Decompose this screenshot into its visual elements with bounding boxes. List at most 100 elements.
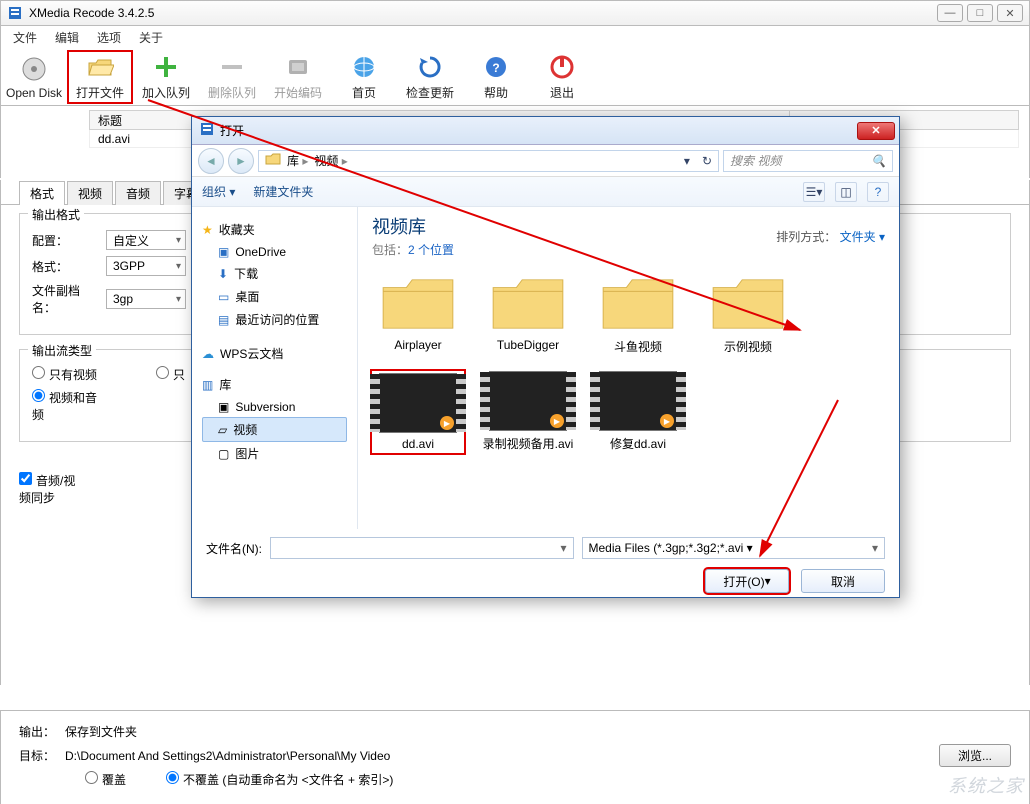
filename-label: 文件名(N): bbox=[206, 540, 262, 557]
file-name: 修复dd.avi bbox=[610, 435, 666, 452]
tab-video[interactable]: 视频 bbox=[67, 181, 113, 205]
grid-cell-title: dd.avi bbox=[90, 132, 138, 146]
home-button[interactable]: 首页 bbox=[331, 50, 397, 104]
cancel-button[interactable]: 取消 bbox=[801, 569, 885, 593]
view-options-button[interactable]: ☰▾ bbox=[803, 182, 825, 202]
overwrite-radio[interactable]: 覆盖 bbox=[85, 771, 126, 788]
file-item[interactable]: 示例视频 bbox=[702, 274, 794, 355]
menu-file[interactable]: 文件 bbox=[5, 27, 45, 48]
sidebar-pictures[interactable]: ▢图片 bbox=[202, 442, 347, 465]
video-thumbnail: ▶ bbox=[489, 371, 567, 431]
ext-select[interactable]: 3gp bbox=[106, 289, 186, 309]
av-sync-checkbox[interactable]: 音频/视频同步 bbox=[19, 472, 85, 506]
format-select[interactable]: 3GPP bbox=[106, 256, 186, 276]
no-overwrite-radio[interactable]: 不覆盖 (自动重命名为 <文件名 + 索引>) bbox=[166, 771, 393, 788]
bottom-panel: 输出： 保存到文件夹 目标： D:\Document And Settings2… bbox=[0, 710, 1030, 804]
book-icon: ▣ bbox=[218, 400, 229, 414]
maximize-button[interactable]: □ bbox=[967, 4, 993, 22]
minus-icon bbox=[217, 52, 247, 82]
breadcrumb-lib[interactable]: 库 bbox=[287, 152, 308, 169]
file-filter-select[interactable]: Media Files (*.3gp;*.3g2;*.avi ▾ bbox=[582, 537, 886, 559]
menu-about[interactable]: 关于 bbox=[131, 27, 171, 48]
help-button[interactable]: ? 帮助 bbox=[463, 50, 529, 104]
file-name: dd.avi bbox=[402, 437, 434, 451]
open-disk-button[interactable]: Open Disk bbox=[1, 50, 67, 104]
menu-edit[interactable]: 编辑 bbox=[47, 27, 87, 48]
sidebar-onedrive[interactable]: ▣OneDrive bbox=[202, 242, 347, 262]
file-name: Airplayer bbox=[394, 338, 441, 352]
back-button[interactable]: ◄ bbox=[198, 148, 224, 174]
dialog-content: 视频库 包括：2 个位置 排列方式： 文件夹 ▾ AirplayerTubeDi… bbox=[358, 207, 899, 529]
format-label: 格式： bbox=[32, 258, 98, 275]
file-item[interactable]: ▶dd.avi bbox=[372, 371, 464, 453]
file-item[interactable]: ▶ 录制视频备用.avi bbox=[482, 371, 574, 453]
check-update-button[interactable]: 检查更新 bbox=[397, 50, 463, 104]
tab-audio[interactable]: 音频 bbox=[115, 181, 161, 205]
cloud-icon: ▣ bbox=[218, 245, 229, 259]
refresh-icon[interactable]: ↻ bbox=[702, 154, 712, 168]
file-item[interactable]: ▶修复dd.avi bbox=[592, 371, 684, 453]
start-encode-button[interactable]: 开始编码 bbox=[265, 50, 331, 104]
sidebar-videos[interactable]: ▱视频 bbox=[202, 417, 347, 442]
video-audio-radio[interactable]: 视频和音频 bbox=[32, 389, 98, 423]
target-path: D:\Document And Settings2\Administrator\… bbox=[65, 749, 929, 763]
file-item[interactable]: 斗鱼视频 bbox=[592, 274, 684, 355]
menu-options[interactable]: 选项 bbox=[89, 27, 129, 48]
sidebar-subversion[interactable]: ▣Subversion bbox=[202, 397, 347, 417]
window-titlebar: XMedia Recode 3.4.2.5 — □ ✕ bbox=[0, 0, 1030, 26]
libraries-header[interactable]: ▥库 bbox=[202, 376, 347, 393]
output-format-legend: 输出格式 bbox=[28, 206, 84, 223]
open-button[interactable]: 打开(O) ▾ bbox=[705, 569, 789, 593]
new-folder-button[interactable]: 新建文件夹 bbox=[253, 183, 313, 200]
file-item[interactable]: Airplayer bbox=[372, 274, 464, 355]
browse-button[interactable]: 浏览... bbox=[939, 744, 1011, 767]
plus-icon bbox=[151, 52, 181, 82]
stream-legend: 输出流类型 bbox=[28, 342, 96, 359]
target-label: 目标： bbox=[19, 747, 55, 764]
filename-input[interactable] bbox=[270, 537, 574, 559]
refresh-icon bbox=[415, 52, 445, 82]
output-mode-select[interactable]: 保存到文件夹 bbox=[65, 723, 205, 740]
address-bar[interactable]: 库 视频 ▾ ↻ bbox=[258, 150, 719, 172]
app-icon bbox=[7, 5, 23, 21]
file-name: 录制视频备用.avi bbox=[483, 435, 574, 452]
sort-control[interactable]: 排列方式： 文件夹 ▾ bbox=[776, 228, 885, 245]
remove-queue-button[interactable]: 删除队列 bbox=[199, 50, 265, 104]
open-dialog: 打开 ✕ ◄ ► 库 视频 ▾ ↻ 搜索 视频 🔍 组织 ▾ 新建文件夹 ☰▾ … bbox=[191, 116, 900, 598]
forward-button[interactable]: ► bbox=[228, 148, 254, 174]
dialog-close-button[interactable]: ✕ bbox=[857, 122, 895, 140]
tab-format[interactable]: 格式 bbox=[19, 181, 65, 205]
library-icon: ▥ bbox=[202, 378, 213, 392]
sidebar-desktop[interactable]: ▭桌面 bbox=[202, 285, 347, 308]
breadcrumb-video[interactable]: 视频 bbox=[314, 152, 347, 169]
locations-link[interactable]: 2 个位置 bbox=[408, 243, 454, 257]
add-queue-button[interactable]: 加入队列 bbox=[133, 50, 199, 104]
only-video-radio[interactable]: 只有视频 bbox=[32, 366, 98, 383]
exit-button[interactable]: 退出 bbox=[529, 50, 595, 104]
dialog-toolbar: 组织 ▾ 新建文件夹 ☰▾ ◫ ? bbox=[192, 177, 899, 207]
toolbar: Open Disk 打开文件 加入队列 删除队列 开始编码 首页 检查更新 ? … bbox=[0, 48, 1030, 106]
favorites-header[interactable]: ★收藏夹 bbox=[202, 221, 347, 238]
help-icon-button[interactable]: ? bbox=[867, 182, 889, 202]
wps-cloud-header[interactable]: ☁WPS云文档 bbox=[202, 345, 347, 362]
download-icon: ⬇ bbox=[218, 267, 228, 281]
search-input[interactable]: 搜索 视频 🔍 bbox=[723, 150, 893, 172]
organize-button[interactable]: 组织 ▾ bbox=[202, 183, 235, 200]
close-button[interactable]: ✕ bbox=[997, 4, 1023, 22]
desktop-icon: ▭ bbox=[218, 290, 229, 304]
open-file-button[interactable]: 打开文件 bbox=[67, 50, 133, 104]
cloud-icon: ☁ bbox=[202, 347, 214, 361]
profile-select[interactable]: 自定义 bbox=[106, 230, 186, 250]
preview-pane-button[interactable]: ◫ bbox=[835, 182, 857, 202]
disk-icon bbox=[19, 54, 49, 84]
minimize-button[interactable]: — bbox=[937, 4, 963, 22]
video-icon: ▱ bbox=[218, 423, 227, 437]
dropdown-icon[interactable]: ▾ bbox=[684, 154, 690, 168]
sidebar-recent[interactable]: ▤最近访问的位置 bbox=[202, 308, 347, 331]
search-icon: 🔍 bbox=[871, 154, 886, 168]
dialog-nav: ◄ ► 库 视频 ▾ ↻ 搜索 视频 🔍 bbox=[192, 145, 899, 177]
sidebar-downloads[interactable]: ⬇下载 bbox=[202, 262, 347, 285]
file-item[interactable]: TubeDigger bbox=[482, 274, 574, 355]
ext-label: 文件副档名： bbox=[32, 282, 98, 316]
dialog-icon bbox=[200, 122, 214, 139]
